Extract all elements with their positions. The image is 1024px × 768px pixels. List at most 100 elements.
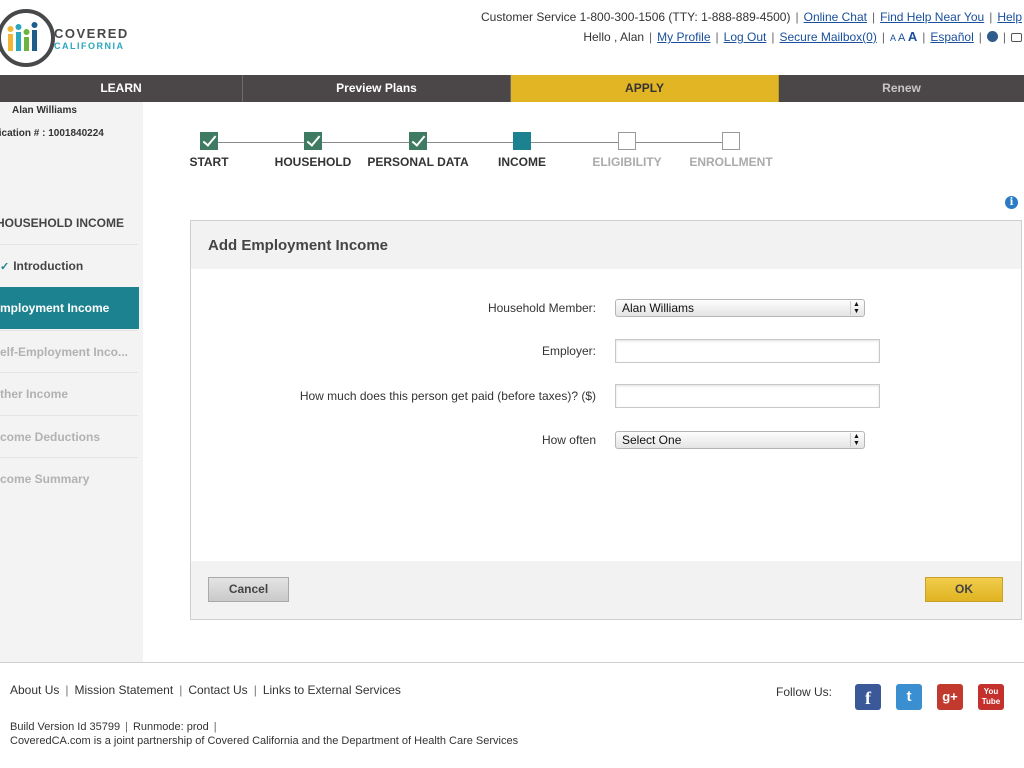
- step-enrollment: ENROLLMENT: [685, 130, 777, 169]
- step-label: HOUSEHOLD: [274, 155, 352, 169]
- step-label: ELIGIBILITY: [592, 155, 662, 169]
- ok-button[interactable]: OK: [925, 577, 1003, 602]
- employer-label: Employer:: [541, 344, 596, 358]
- site-header: COVERED CALIFORNIA Customer Service 1-80…: [0, 0, 1024, 75]
- font-small-button[interactable]: A: [890, 33, 896, 43]
- household-member-select[interactable]: Alan Williams ▲ ▼: [615, 299, 865, 317]
- youtube-bottom-text: Tube: [981, 697, 1001, 706]
- secure-mailbox-link[interactable]: Secure Mailbox(0): [779, 30, 876, 44]
- help-link[interactable]: Help: [997, 10, 1022, 24]
- select-arrows-icon: ▲ ▼: [850, 301, 862, 315]
- youtube-top-text: You: [983, 687, 999, 696]
- espanol-link[interactable]: Español: [930, 30, 973, 44]
- nav-tab-learn[interactable]: LEARN: [0, 75, 243, 102]
- build-version: Build Version Id 35799: [10, 721, 121, 733]
- pay-amount-input[interactable]: [615, 384, 880, 408]
- sidebar-item-label: come Deductions: [0, 430, 101, 444]
- empty-box-icon: [618, 132, 636, 150]
- partnership-text: CoveredCA.com is a joint partnership of …: [10, 735, 519, 747]
- checked-box-icon: [304, 132, 322, 150]
- find-help-link[interactable]: Find Help Near You: [880, 10, 984, 24]
- sidebar-item-other-income[interactable]: ther Income: [0, 372, 138, 414]
- household-member-value: Alan Williams: [622, 301, 695, 315]
- logo-text: COVERED CALIFORNIA: [54, 26, 129, 52]
- font-medium-button[interactable]: A: [898, 32, 905, 44]
- mission-statement-link[interactable]: Mission Statement: [74, 683, 173, 697]
- step-income: INCOME: [492, 130, 552, 169]
- add-employment-income-dialog: Add Employment Income Household Member: …: [190, 220, 1022, 620]
- build-info: Build Version Id 35799 | Runmode: prod |: [10, 721, 217, 733]
- sidebar-item-label: Introduction: [13, 259, 84, 273]
- covered-california-logo[interactable]: COVERED CALIFORNIA: [0, 4, 144, 72]
- dialog-title: Add Employment Income: [208, 237, 389, 254]
- sidebar-item-income-summary[interactable]: come Summary: [0, 457, 138, 499]
- customer-service-text: Customer Service 1-800-300-1506 (TTY: 1-…: [480, 10, 791, 24]
- checked-box-icon: [409, 132, 427, 150]
- footer-divider: [0, 662, 1024, 663]
- utility-links-bottom: Hello , Alan | My Profile | Log Out | Secure M…: [583, 29, 1022, 44]
- font-large-button[interactable]: A: [908, 29, 917, 44]
- sidebar: Alan Williams lication # : 1001840224 HO…: [0, 102, 143, 662]
- nav-tab-apply[interactable]: APPLY: [511, 75, 779, 102]
- application-number: lication # : 1001840224: [0, 128, 104, 139]
- sidebar-item-label: come Summary: [0, 472, 90, 486]
- step-label: ENROLLMENT: [689, 155, 773, 169]
- sidebar-heading: HOUSEHOLD INCOME: [0, 216, 125, 230]
- twitter-icon[interactable]: t: [896, 684, 922, 710]
- sidebar-item-introduction[interactable]: ✓ Introduction: [0, 244, 138, 286]
- dialog-footer: Cancel OK: [191, 561, 1021, 619]
- step-label: PERSONAL DATA: [367, 155, 469, 169]
- logo-mark-icon: [0, 9, 55, 67]
- font-size-control[interactable]: A A A: [890, 29, 917, 44]
- online-chat-link[interactable]: Online Chat: [804, 10, 867, 24]
- logo-subtext: CALIFORNIA: [54, 41, 125, 51]
- follow-us-label: Follow Us:: [776, 685, 833, 699]
- external-links-link[interactable]: Links to External Services: [263, 683, 401, 697]
- sidebar-item-label: elf-Employment Inco...: [0, 345, 129, 359]
- step-personal-data: PERSONAL DATA: [365, 130, 471, 169]
- main-nav: LEARN Preview Plans APPLY Renew: [0, 75, 1024, 102]
- info-icon[interactable]: i: [1005, 196, 1018, 209]
- step-eligibility: ELIGIBILITY: [585, 130, 669, 169]
- step-household: HOUSEHOLD: [271, 130, 355, 169]
- sidebar-item-self-employment[interactable]: elf-Employment Inco...: [0, 330, 138, 372]
- employer-input[interactable]: [615, 339, 880, 363]
- youtube-icon[interactable]: You Tube: [978, 684, 1004, 710]
- globe-icon[interactable]: [986, 31, 998, 42]
- utility-links-top: Customer Service 1-800-300-1506 (TTY: 1-…: [480, 10, 1022, 24]
- contact-us-link[interactable]: Contact Us: [188, 683, 247, 697]
- sidebar-item-label: mployment Income: [0, 301, 110, 315]
- how-often-value: Select One: [622, 433, 682, 447]
- about-us-link[interactable]: About Us: [10, 683, 59, 697]
- pay-amount-label: How much does this person get paid (befo…: [299, 389, 596, 403]
- nav-tab-renew[interactable]: Renew: [779, 75, 1024, 102]
- empty-box-icon: [722, 132, 740, 150]
- how-often-select[interactable]: Select One ▲ ▼: [615, 431, 865, 449]
- my-profile-link[interactable]: My Profile: [657, 30, 710, 44]
- sidebar-item-label: ther Income: [0, 387, 69, 401]
- log-out-link[interactable]: Log Out: [724, 30, 767, 44]
- household-member-label: Household Member:: [487, 301, 596, 315]
- step-start: START: [185, 130, 233, 169]
- facebook-icon[interactable]: f: [855, 684, 881, 710]
- how-often-label: How often: [541, 433, 596, 447]
- step-label: INCOME: [498, 155, 546, 169]
- printer-icon[interactable]: [1011, 33, 1022, 42]
- check-icon: ✓: [0, 261, 10, 273]
- sidebar-item-income-deductions[interactable]: come Deductions: [0, 415, 138, 457]
- progress-steps: START HOUSEHOLD PERSONAL DATA INCOME ELI…: [185, 130, 785, 180]
- nav-tab-preview-plans[interactable]: Preview Plans: [243, 75, 511, 102]
- google-plus-icon[interactable]: g+: [937, 684, 963, 710]
- applicant-name: Alan Williams: [12, 105, 77, 116]
- current-step-icon: [513, 132, 531, 150]
- logo-wordmark: COVERED: [54, 26, 129, 41]
- runmode: Runmode: prod: [132, 721, 209, 733]
- select-arrows-icon: ▲ ▼: [850, 433, 862, 447]
- dialog-header: Add Employment Income: [191, 221, 1021, 269]
- footer-links: About Us | Mission Statement | Contact Us | Li…: [10, 683, 401, 697]
- greeting-text: Hello , Alan: [583, 30, 645, 44]
- step-label: START: [189, 155, 229, 169]
- cancel-button[interactable]: Cancel: [208, 577, 289, 602]
- checked-box-icon: [200, 132, 218, 150]
- sidebar-item-employment-income[interactable]: mployment Income: [0, 287, 139, 329]
